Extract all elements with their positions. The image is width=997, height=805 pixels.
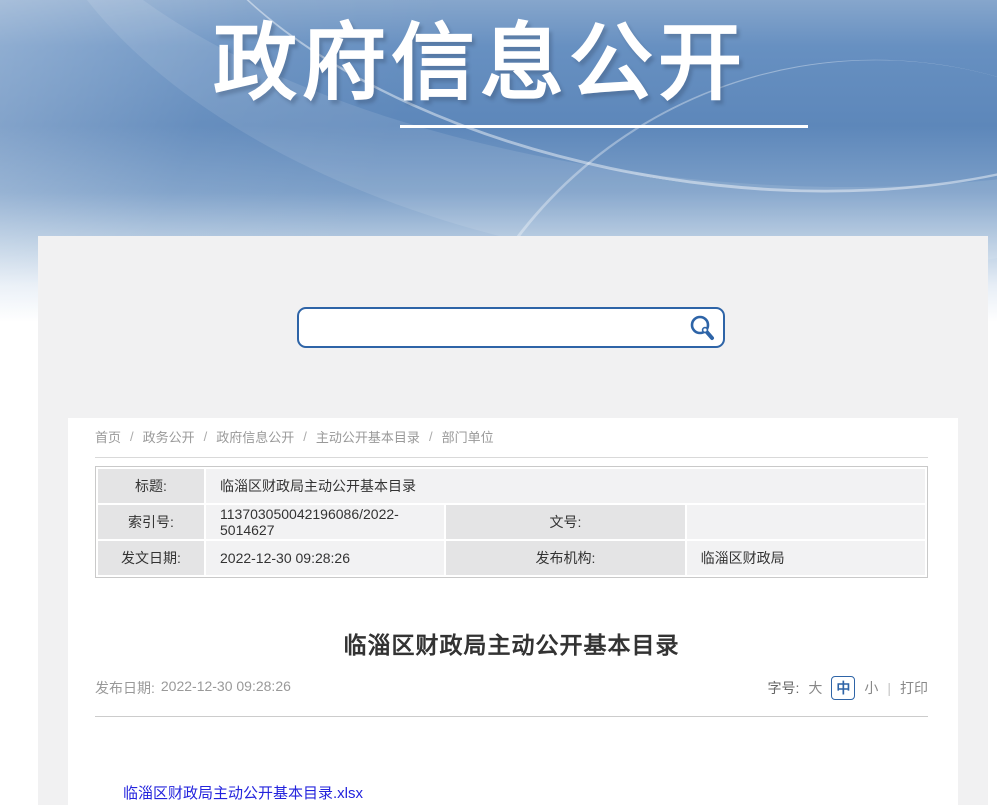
table-row: 发文日期: 2022-12-30 09:28:26 发布机构: 临淄区财政局 [98, 541, 925, 575]
font-size-medium-button[interactable]: 中 [831, 676, 855, 700]
table-row: 索引号: 113703050042196086/2022-5014627 文号: [98, 505, 925, 539]
search-button[interactable] [687, 313, 723, 343]
font-size-large-button[interactable]: 大 [808, 678, 822, 698]
font-size-control: 字号: 大 中 小 | 打印 [767, 676, 928, 700]
issue-date-label-cell: 发文日期: [98, 541, 204, 575]
search-box [297, 307, 725, 348]
title-underline [400, 125, 808, 128]
meta-divider: | [887, 680, 891, 696]
article-meta-row: 发布日期: 2022-12-30 09:28:26 字号: 大 中 小 | 打印 [95, 676, 928, 700]
font-size-label: 字号: [767, 678, 799, 698]
document-meta-table: 标题: 临淄区财政局主动公开基本目录 索引号: 1137030500421960… [95, 466, 928, 578]
search-input[interactable] [299, 309, 687, 346]
breadcrumb-separator: / [130, 429, 134, 444]
page-title: 政府信息公开 [213, 18, 747, 109]
breadcrumb: 首页 / 政务公开 / 政府信息公开 / 主动公开基本目录 / 部门单位 [95, 427, 494, 446]
article-panel: 首页 / 政务公开 / 政府信息公开 / 主动公开基本目录 / 部门单位 标题:… [68, 418, 958, 805]
article-title: 临淄区财政局主动公开基本目录 [95, 626, 928, 660]
publish-date-label: 发布日期: [95, 678, 155, 698]
publisher-value-cell: 临淄区财政局 [687, 541, 925, 575]
publisher-label-cell: 发布机构: [446, 541, 684, 575]
search-icon [687, 313, 717, 343]
table-row: 标题: 临淄区财政局主动公开基本目录 [98, 469, 925, 503]
attachment-link[interactable]: 临淄区财政局主动公开基本目录.xlsx [123, 785, 363, 802]
breadcrumb-separator: / [429, 429, 433, 444]
publish-date-value: 2022-12-30 09:28:26 [161, 678, 291, 698]
breadcrumb-item-zhengwu[interactable]: 政务公开 [143, 427, 195, 446]
publish-date: 发布日期: 2022-12-30 09:28:26 [95, 678, 291, 698]
doc-number-label-cell: 文号: [446, 505, 684, 539]
index-number-label-cell: 索引号: [98, 505, 204, 539]
title-label-cell: 标题: [98, 469, 204, 503]
breadcrumb-item-info-disclosure[interactable]: 政府信息公开 [216, 427, 294, 446]
doc-number-value-cell [687, 505, 925, 539]
breadcrumb-divider [95, 457, 928, 458]
breadcrumb-item-departments[interactable]: 部门单位 [442, 427, 494, 446]
font-size-small-button[interactable]: 小 [864, 678, 878, 698]
title-value-cell: 临淄区财政局主动公开基本目录 [206, 469, 925, 503]
breadcrumb-item-home[interactable]: 首页 [95, 427, 121, 446]
breadcrumb-separator: / [303, 429, 307, 444]
article-divider [95, 716, 928, 717]
attachment-row: 临淄区财政局主动公开基本目录.xlsx [123, 782, 363, 803]
breadcrumb-item-catalog[interactable]: 主动公开基本目录 [316, 427, 420, 446]
print-button[interactable]: 打印 [900, 678, 928, 698]
issue-date-value-cell: 2022-12-30 09:28:26 [206, 541, 444, 575]
index-number-value-cell: 113703050042196086/2022-5014627 [206, 505, 444, 539]
breadcrumb-separator: / [204, 429, 208, 444]
